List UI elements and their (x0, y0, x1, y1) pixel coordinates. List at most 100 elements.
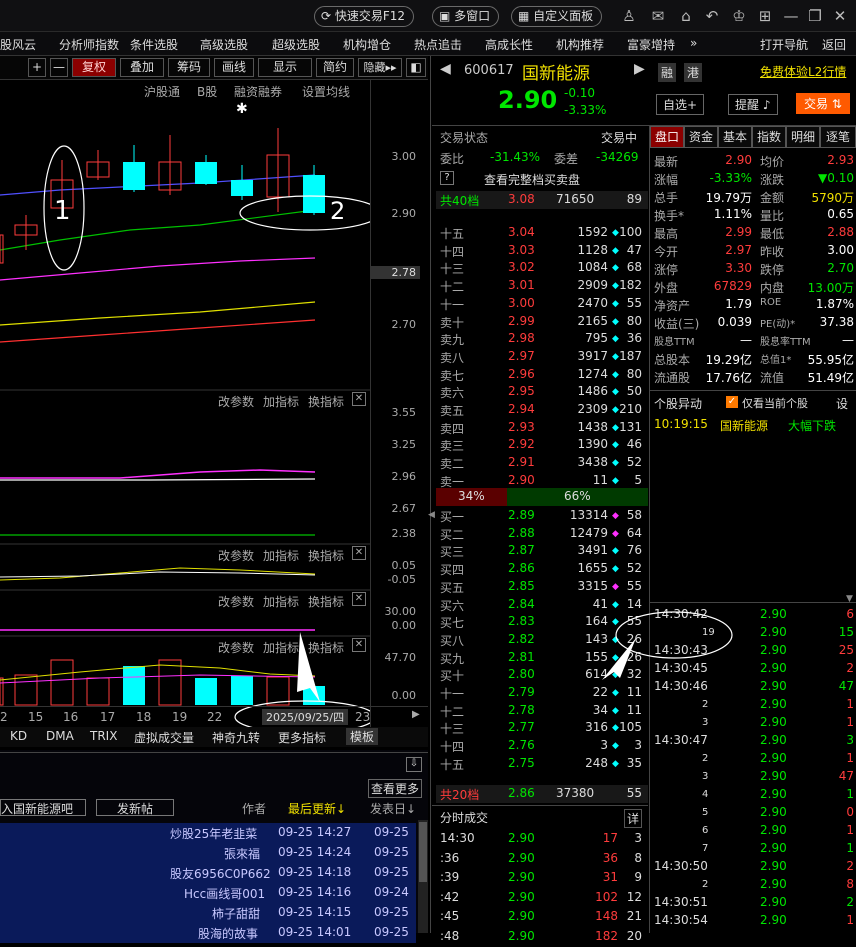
tab-kd[interactable]: KD (10, 729, 27, 743)
tab-dma[interactable]: DMA (46, 729, 74, 743)
watchlist-button[interactable]: 自选+ (656, 94, 705, 115)
minimize-icon[interactable]: — (781, 6, 801, 26)
ind1-params[interactable]: 改参数 (218, 393, 254, 410)
tab-more-indicators[interactable]: 更多指标 (278, 729, 326, 746)
bid-row[interactable]: 十四 2.76 3 ◆ 3 (436, 737, 648, 755)
quick-trade-button[interactable]: ⟳ 快速交易F12 (314, 6, 415, 27)
ask-row[interactable]: 卖二 2.91 3438 ◆ 52 (436, 454, 648, 472)
forum-row[interactable]: 柿子甜甜 09-25 14:15 09-25 (0, 903, 416, 923)
full-book-row[interactable]: ? 查看完整档买卖盘 (436, 170, 648, 188)
tab-virtual-volume[interactable]: 虚拟成交量 (134, 729, 194, 746)
tab-template[interactable]: 模板 (346, 728, 379, 745)
ind2-close-icon[interactable]: ✕ (352, 546, 366, 560)
margin-tag[interactable]: 融 (658, 63, 677, 82)
bid-row[interactable]: 买四 2.86 1655 ◆ 52 (436, 560, 648, 578)
menu-item[interactable]: 分析师指数 (59, 36, 119, 53)
menu-item[interactable]: 条件选股 (130, 36, 178, 53)
ind3-switch[interactable]: 换指标 (308, 593, 344, 610)
bid-row[interactable]: 买三 2.87 3491 ◆ 76 (436, 542, 648, 560)
ask-row[interactable]: 十四 3.03 1128 ◆ 47 (436, 242, 648, 260)
close-icon[interactable]: ✕ (830, 6, 850, 26)
menu-item[interactable]: 机构推荐 (556, 36, 604, 53)
ind3-close-icon[interactable]: ✕ (352, 592, 366, 606)
ind4-switch[interactable]: 换指标 (308, 639, 344, 656)
view-more-button[interactable]: 查看更多 (368, 779, 423, 798)
ask-row[interactable]: 十五 3.04 1592 ◆ 100 (436, 224, 648, 242)
forum-row[interactable]: Hcc画线哥001 09-25 14:16 09-24 (0, 883, 416, 903)
tab-pankou[interactable]: 盘口 (650, 126, 684, 148)
ask-row[interactable]: 卖三 2.92 1390 ◆ 46 (436, 436, 648, 454)
forum-row[interactable]: 股海的故事 09-25 14:01 09-25 (0, 923, 416, 943)
only-current-checkbox[interactable]: ✓ (726, 396, 738, 408)
tab-trix[interactable]: TRIX (90, 729, 117, 743)
restore-icon[interactable]: ❐ (805, 6, 825, 26)
ask-row[interactable]: 卖八 2.97 3917 ◆ 187 (436, 348, 648, 366)
undo-icon[interactable]: ↶ (702, 6, 722, 26)
ask-row[interactable]: 卖九 2.98 795 ◆ 36 (436, 330, 648, 348)
back-button[interactable]: 返回 (822, 36, 846, 53)
next-stock-icon[interactable]: ▶ (634, 61, 645, 77)
menu-item[interactable]: 机构增仓 (343, 36, 391, 53)
menu-item[interactable]: 富豪增持 (627, 36, 675, 53)
tab-funds[interactable]: 资金 (684, 126, 718, 148)
ind1-add[interactable]: 加指标 (263, 393, 299, 410)
menu-item[interactable]: 超级选股 (272, 36, 320, 53)
forum-row[interactable]: 炒股25年老韭菜 09-25 14:27 09-25 (0, 823, 416, 843)
ind4-close-icon[interactable]: ✕ (352, 638, 366, 652)
bid-row[interactable]: 买一 2.89 13314 ◆ 58 (436, 507, 648, 525)
col-post-date[interactable]: 发表日↓ (370, 800, 416, 817)
remind-button[interactable]: 提醒 ♪ (728, 94, 778, 115)
ind3-add[interactable]: 加指标 (263, 593, 299, 610)
prev-stock-icon[interactable]: ◀ (440, 61, 451, 77)
col-author[interactable]: 作者 (242, 800, 266, 817)
chips-button[interactable]: 筹码 (168, 58, 210, 77)
minimize-panel-icon[interactable]: ⇩ (406, 757, 422, 772)
menu-item[interactable]: 高成长性 (485, 36, 533, 53)
fuquan-button[interactable]: 复权 (72, 58, 116, 77)
open-nav-button[interactable]: 打开导航 (760, 36, 808, 53)
forum-row[interactable]: 張來福 09-25 14:24 09-25 (0, 843, 416, 863)
ind4-params[interactable]: 改参数 (218, 639, 254, 656)
tab-magic-nine[interactable]: 神奇九转 (212, 729, 260, 746)
draw-line-button[interactable]: 画线 (214, 58, 254, 77)
ask-row[interactable]: 十二 3.01 2909 ◆ 182 (436, 277, 648, 295)
new-post-button[interactable]: 发新帖 (96, 799, 174, 816)
tab-details[interactable]: 明细 (786, 126, 820, 148)
menu-item[interactable]: 股风云 (0, 36, 36, 53)
menu-item[interactable]: 热点追击 (414, 36, 462, 53)
col-last-update[interactable]: 最后更新↓ (288, 800, 346, 817)
zoom-out-button[interactable]: — (50, 58, 68, 77)
l2-trial-link[interactable]: 免费体验L2行情 (760, 63, 846, 80)
bid-row[interactable]: 买二 2.88 12479 ◆ 64 (436, 525, 648, 543)
hk-tag[interactable]: 港 (684, 63, 703, 82)
ind1-switch[interactable]: 换指标 (308, 393, 344, 410)
bid-row[interactable]: 十五 2.75 248 ◆ 35 (436, 755, 648, 773)
ind2-params[interactable]: 改参数 (218, 547, 254, 564)
custom-panel-button[interactable]: ▦ 自定义面板 (511, 6, 603, 27)
ind2-switch[interactable]: 换指标 (308, 547, 344, 564)
ask-row[interactable]: 卖四 2.93 1438 ◆ 131 (436, 419, 648, 437)
chart-expand-icon[interactable]: ◧ (406, 58, 426, 77)
apps-icon[interactable]: ⊞ (755, 6, 775, 26)
home-icon[interactable]: ⌂ (676, 6, 696, 26)
bid-row[interactable]: 买五 2.85 3315 ◆ 55 (436, 578, 648, 596)
ask-row[interactable]: 卖五 2.94 2309 ◆ 210 (436, 401, 648, 419)
ind4-add[interactable]: 加指标 (263, 639, 299, 656)
ask-row[interactable]: 卖六 2.95 1486 ◆ 50 (436, 383, 648, 401)
ask-row[interactable]: 十三 3.02 1084 ◆ 68 (436, 259, 648, 277)
overlay-button[interactable]: 叠加 (120, 58, 164, 77)
simple-button[interactable]: 简约 (316, 58, 354, 77)
mail-icon[interactable]: ✉ (648, 6, 668, 26)
ask-row[interactable]: 卖十 2.99 2165 ◆ 80 (436, 313, 648, 331)
ask-row[interactable]: 卖七 2.96 1274 ◆ 80 (436, 366, 648, 384)
zoom-in-button[interactable]: + (28, 58, 46, 77)
ask-row[interactable]: 十一 3.00 2470 ◆ 55 (436, 295, 648, 313)
tab-tick-by-tick[interactable]: 逐笔 (820, 126, 856, 148)
multi-window-button[interactable]: ▣ 多窗口 (432, 6, 500, 27)
panel-divider[interactable] (430, 56, 431, 933)
user-icon[interactable]: ♙ (619, 6, 639, 26)
detail-button[interactable]: 详 (623, 809, 642, 828)
collapse-handle-icon[interactable]: ◀ (428, 510, 435, 520)
tab-index[interactable]: 指数 (752, 126, 786, 148)
forum-link[interactable]: 入国新能源吧 (0, 799, 86, 816)
